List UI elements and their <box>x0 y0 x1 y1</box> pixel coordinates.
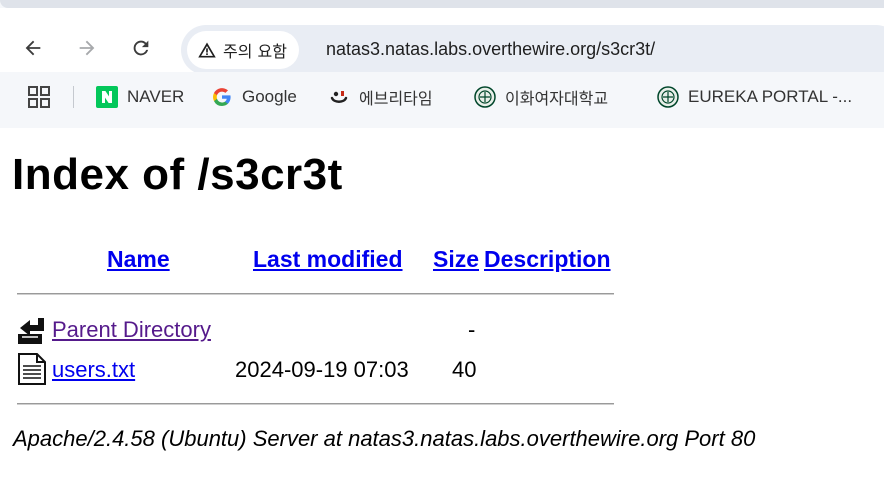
row-size: - <box>468 317 476 342</box>
bookmark-label: NAVER <box>127 87 185 106</box>
bookmarks-bar: NAVER Google 에브리타임 이화여자대학교 EUREKA PORTAL… <box>0 72 884 128</box>
bookmark-eureka-portal[interactable]: EUREKA PORTAL -... <box>657 84 852 110</box>
bookmarks-separator <box>73 86 74 108</box>
arrow-left-icon <box>25 40 41 56</box>
divider <box>17 403 614 405</box>
back-arrow-icon <box>18 318 44 344</box>
security-chip-label: 주의 요함 <box>223 42 287 61</box>
column-header-size[interactable]: Size <box>433 246 479 273</box>
reload-button[interactable] <box>123 30 159 66</box>
back-button[interactable] <box>15 30 51 66</box>
bookmark-everytime[interactable]: 에브리타임 <box>328 84 433 110</box>
browser-chrome: 주의 요함 natas3.natas.labs.overthewire.org/… <box>0 0 884 128</box>
bookmark-label: 이화여자대학교 <box>505 89 609 108</box>
everytime-icon <box>330 91 348 103</box>
column-header-name[interactable]: Name <box>107 246 170 273</box>
bookmark-naver[interactable]: NAVER <box>96 84 184 110</box>
address-bar[interactable]: 주의 요함 natas3.natas.labs.overthewire.org/… <box>181 25 884 75</box>
text-file-icon <box>18 353 46 385</box>
warning-icon <box>198 42 216 58</box>
security-chip[interactable]: 주의 요함 <box>187 31 299 69</box>
bookmark-ewha[interactable]: 이화여자대학교 <box>474 84 608 110</box>
bookmark-label: EUREKA PORTAL -... <box>688 87 853 106</box>
parent-directory-link[interactable]: Parent Directory <box>52 317 211 343</box>
ewha-emblem-icon <box>474 86 496 108</box>
bookmark-label: 에브리타임 <box>359 89 433 108</box>
column-header-last-modified[interactable]: Last modified <box>253 246 403 273</box>
bookmark-google[interactable]: Google <box>211 84 297 110</box>
column-header-description[interactable]: Description <box>484 246 611 273</box>
bookmark-label: Google <box>242 87 297 106</box>
naver-icon <box>96 86 118 108</box>
arrow-right-icon <box>79 40 95 56</box>
tab-strip <box>0 0 884 8</box>
divider <box>17 293 614 295</box>
url-text[interactable]: natas3.natas.labs.overthewire.org/s3cr3t… <box>326 39 655 60</box>
row-last-modified: 2024-09-19 07:03 <box>235 357 409 382</box>
ewha-emblem-icon <box>657 86 679 108</box>
row-size: 40 <box>452 357 477 382</box>
google-icon <box>213 88 231 106</box>
reload-icon <box>133 40 149 56</box>
browser-toolbar: 주의 요함 natas3.natas.labs.overthewire.org/… <box>0 8 884 75</box>
page-title: Index of /s3cr3t <box>12 150 343 199</box>
server-signature: Apache/2.4.58 (Ubuntu) Server at natas3.… <box>13 426 756 451</box>
page-content: Index of /s3cr3t Name Last modified Size… <box>0 128 884 499</box>
users-txt-link[interactable]: users.txt <box>52 357 135 383</box>
apps-grid-icon[interactable] <box>28 86 50 108</box>
forward-button[interactable] <box>69 30 105 66</box>
